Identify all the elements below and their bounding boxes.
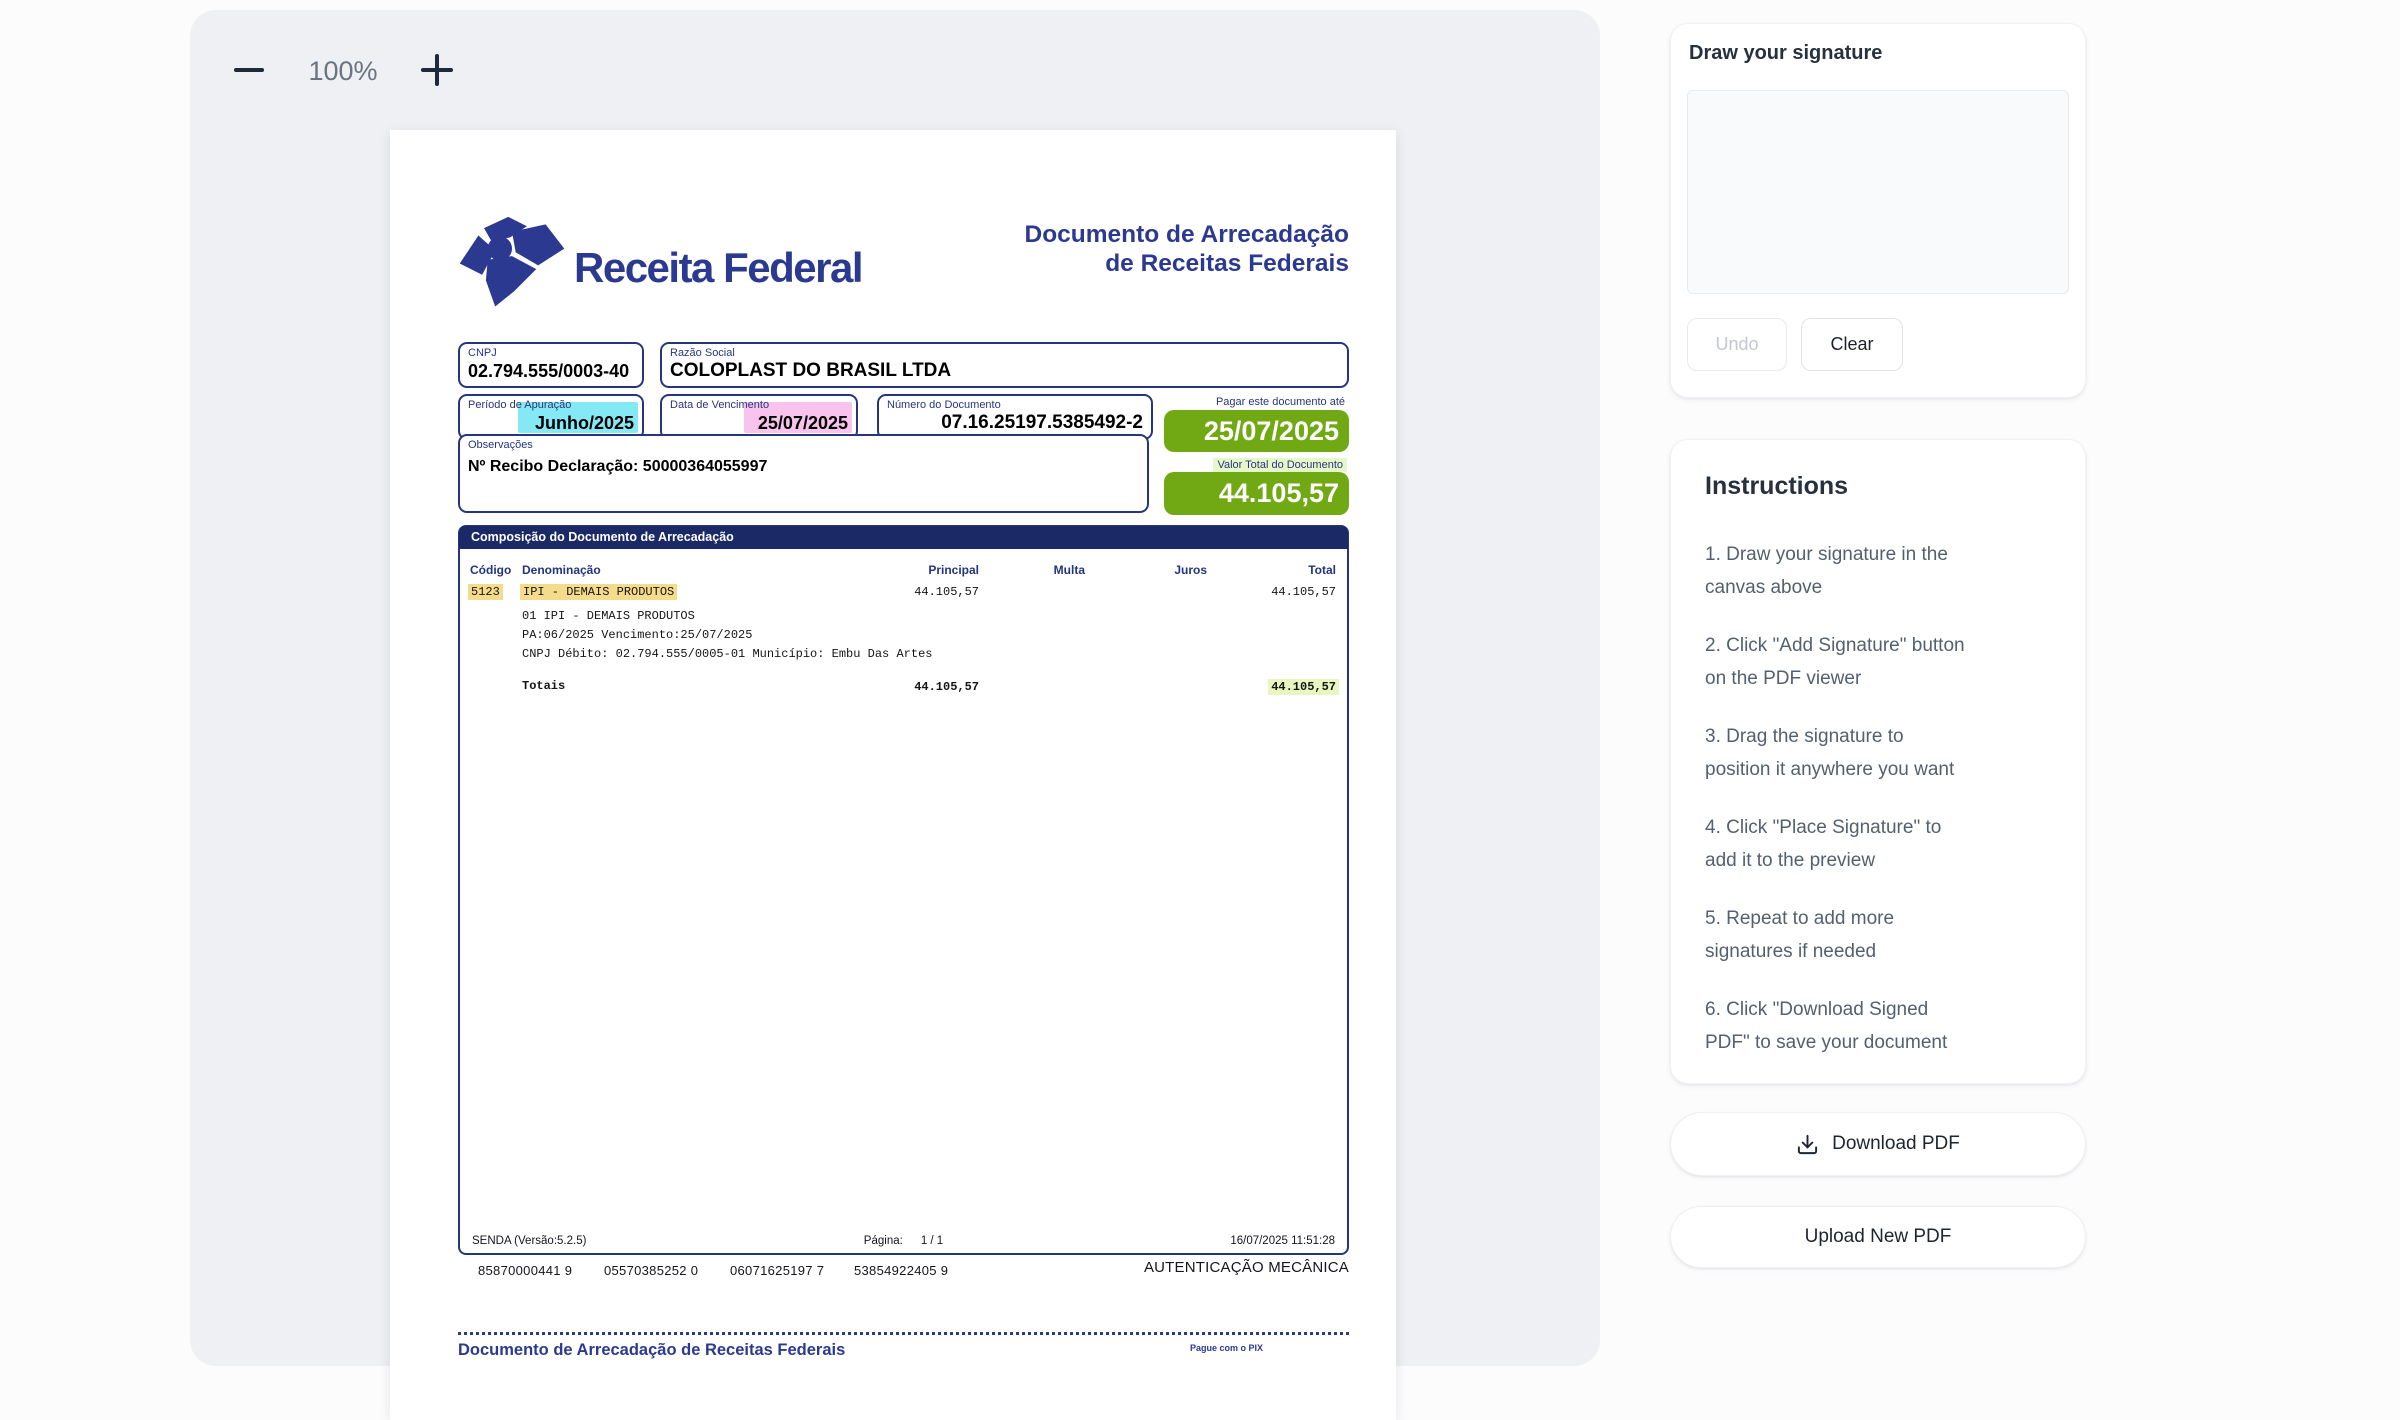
detail-line: PA:06/2025 Vencimento:25/07/2025	[522, 628, 752, 642]
undo-button[interactable]: Undo	[1687, 318, 1787, 371]
app-version: SENDA (Versão:5.2.5)	[472, 1235, 586, 1247]
barcode-number: 53854922405 9	[854, 1263, 948, 1278]
signature-canvas[interactable]	[1687, 90, 2069, 294]
pix-label: Pague com o PIX	[1190, 1343, 1263, 1353]
barcode-number: 06071625197 7	[730, 1263, 824, 1278]
totals-total: 44.105,57	[460, 680, 1339, 694]
document-title: Documento de Arrecadação de Receitas Fed…	[1025, 220, 1350, 278]
zoom-out-button[interactable]	[227, 49, 271, 93]
upload-new-pdf-button[interactable]: Upload New PDF	[1670, 1206, 2086, 1268]
field-razao-social: Razão Social COLOPLAST DO BRASIL LTDA	[660, 342, 1349, 388]
barcode-number: 05570385252 0	[604, 1263, 698, 1278]
barcode-number: 85870000441 9	[478, 1263, 572, 1278]
page-indicator: Página: 1 / 1	[864, 1235, 943, 1247]
clear-button[interactable]: Clear	[1801, 318, 1903, 371]
row-total: 44.105,57	[460, 585, 1336, 599]
detail-line: 01 IPI - DEMAIS PRODUTOS	[522, 609, 695, 623]
instruction-step: 2. Click "Add Signature" buttonon the PD…	[1705, 629, 2059, 695]
valor-total-value: 44.105,57	[1164, 472, 1349, 515]
pdf-page: Receita Federal Documento de Arrecadação…	[390, 130, 1396, 1420]
receita-federal-logo-icon	[456, 214, 568, 319]
instructions-steps: 1. Draw your signature in thecanvas abov…	[1705, 538, 2059, 1084]
composition-table: Composição do Documento de Arrecadação C…	[458, 525, 1349, 1255]
download-icon	[1796, 1133, 1819, 1156]
page-cut-separator	[458, 1332, 1349, 1335]
pagar-ate-value: 25/07/2025	[1164, 410, 1349, 452]
upload-new-pdf-label: Upload New PDF	[1805, 1226, 1952, 1248]
field-observacoes: Observações Nº Recibo Declaração: 500003…	[458, 434, 1149, 513]
pagar-ate-label: Pagar este documento até	[1216, 396, 1345, 408]
instruction-step: 4. Click "Place Signature" toadd it to t…	[1705, 811, 2059, 877]
signature-title: Draw your signature	[1689, 42, 1882, 65]
download-pdf-button[interactable]: Download PDF	[1670, 1112, 2086, 1176]
instruction-step: 6. Click "Download SignedPDF" to save yo…	[1705, 993, 2059, 1059]
plus-icon	[419, 52, 455, 91]
composition-table-title: Composição do Documento de Arrecadação	[459, 526, 1348, 549]
print-datetime: 16/07/2025 11:51:28	[1230, 1235, 1335, 1247]
receita-federal-logo-text: Receita Federal	[574, 244, 862, 292]
pdf-viewer-panel: 100% Receita Federal Documento de Arreca…	[190, 10, 1600, 1366]
auth-label: AUTENTICAÇÃO MECÂNICA	[1144, 1259, 1349, 1276]
instructions-title: Instructions	[1705, 472, 1848, 501]
signature-card: Draw your signature Undo Clear	[1670, 23, 2086, 398]
instructions-card: Instructions 1. Draw your signature in t…	[1670, 439, 2086, 1084]
instruction-step: 5. Repeat to add moresignatures if neede…	[1705, 902, 2059, 968]
valor-total-label: Valor Total do Documento	[1213, 458, 1347, 472]
field-cnpj: CNPJ 02.794.555/0003-40	[458, 342, 644, 388]
download-pdf-label: Download PDF	[1832, 1133, 1960, 1155]
instruction-step: 3. Drag the signature toposition it anyw…	[1705, 720, 2059, 786]
next-page-title: Documento de Arrecadação de Receitas Fed…	[458, 1341, 845, 1360]
zoom-in-button[interactable]	[415, 49, 459, 93]
minus-icon	[233, 54, 265, 89]
detail-line: CNPJ Débito: 02.794.555/0005-01 Municípi…	[522, 647, 932, 661]
col-total: Total	[460, 563, 1336, 577]
instruction-step: 1. Draw your signature in thecanvas abov…	[1705, 538, 2059, 604]
zoom-level: 100%	[293, 49, 393, 93]
